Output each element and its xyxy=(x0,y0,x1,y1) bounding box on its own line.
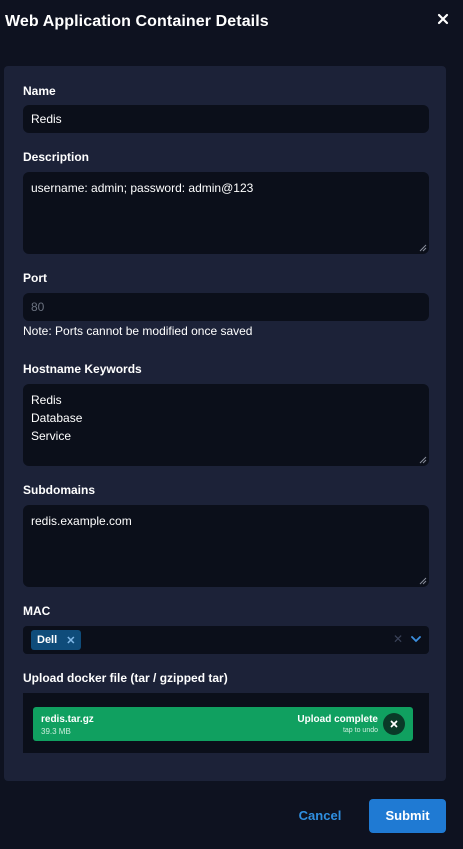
port-note: Note: Ports cannot be modified once save… xyxy=(23,324,253,338)
uploaded-file-item: redis.tar.gz 39.3 MB Upload complete tap… xyxy=(33,707,413,741)
description-value: username: admin; password: admin@123 xyxy=(31,181,254,195)
subdomains-textarea[interactable]: redis.example.com xyxy=(23,505,429,587)
resize-handle-icon[interactable] xyxy=(419,456,427,464)
mac-select[interactable]: Dell ✕ ✕ xyxy=(23,626,429,654)
upload-undo-hint: tap to undo xyxy=(342,727,378,734)
undo-icon[interactable] xyxy=(383,713,405,735)
dialog-header: Web Application Container Details xyxy=(0,0,463,46)
subdomains-value: redis.example.com xyxy=(31,514,132,528)
submit-button[interactable]: Submit xyxy=(369,799,446,833)
description-textarea[interactable]: username: admin; password: admin@123 xyxy=(23,172,429,254)
chip-remove-icon[interactable]: ✕ xyxy=(66,634,75,647)
form-panel: Name Redis Description username: admin; … xyxy=(4,66,446,781)
mac-chip: Dell ✕ xyxy=(31,630,82,650)
mac-label: MAC xyxy=(23,604,51,618)
port-value: 80 xyxy=(31,300,45,314)
hostname-keywords-textarea[interactable]: Redis Database Service xyxy=(23,384,429,466)
hostname-keyword-line: Service xyxy=(31,429,72,443)
chevron-down-icon[interactable] xyxy=(411,635,421,643)
dialog-title: Web Application Container Details xyxy=(5,13,269,30)
port-input: 80 xyxy=(23,293,429,321)
upload-label: Upload docker file (tar / gzipped tar) xyxy=(23,671,228,685)
cancel-button[interactable]: Cancel xyxy=(290,799,350,833)
hostname-keyword-line: Database xyxy=(31,411,83,425)
name-label: Name xyxy=(23,84,56,98)
mac-chip-label: Dell xyxy=(37,634,58,646)
resize-handle-icon[interactable] xyxy=(419,244,427,252)
uploaded-file-size: 39.3 MB xyxy=(41,727,71,736)
hostname-keywords-label: Hostname Keywords xyxy=(23,362,142,376)
close-icon[interactable] xyxy=(434,10,452,28)
uploaded-file-name: redis.tar.gz xyxy=(41,714,94,725)
upload-dropzone[interactable]: redis.tar.gz 39.3 MB Upload complete tap… xyxy=(23,693,429,753)
description-label: Description xyxy=(23,150,90,164)
upload-status: Upload complete xyxy=(297,714,378,725)
name-input[interactable]: Redis xyxy=(23,105,429,133)
clear-icon[interactable]: ✕ xyxy=(393,632,403,646)
name-value: Redis xyxy=(31,112,62,126)
port-label: Port xyxy=(23,271,47,285)
resize-handle-icon[interactable] xyxy=(419,577,427,585)
subdomains-label: Subdomains xyxy=(23,483,96,497)
hostname-keyword-line: Redis xyxy=(31,393,62,407)
